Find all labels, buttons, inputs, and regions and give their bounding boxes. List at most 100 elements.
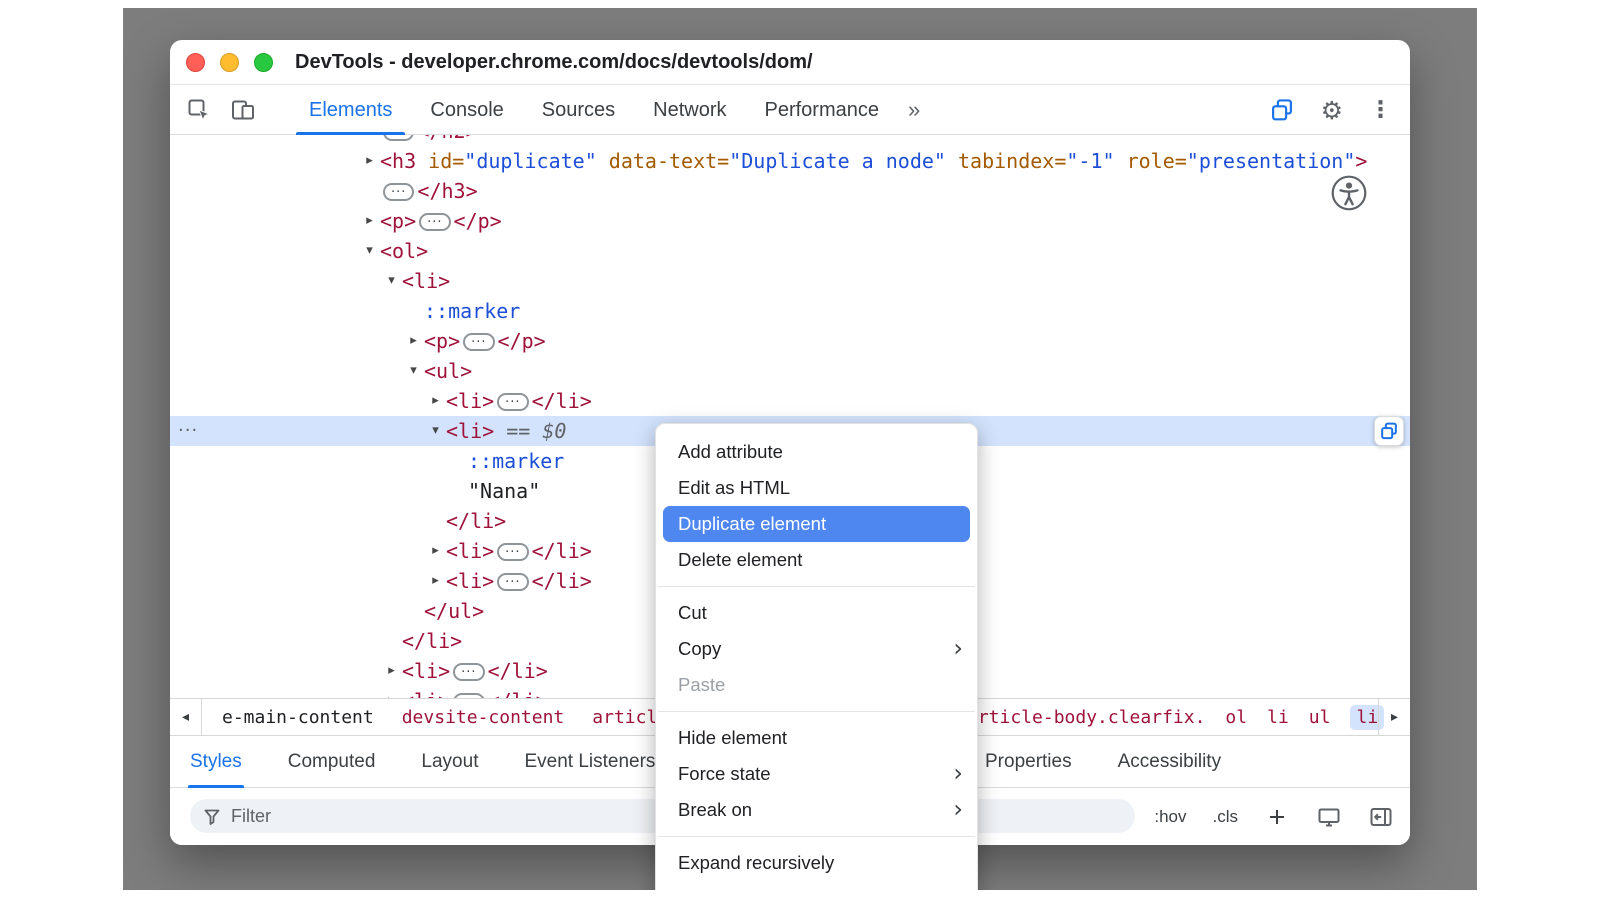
breadcrumb-scroll-left-icon[interactable]: ◂	[170, 699, 202, 735]
menu-item-add-attribute[interactable]: Add attribute	[656, 434, 977, 470]
breadcrumb-item-article-body-clearfix[interactable]: article-body.clearfix.	[967, 707, 1205, 728]
device-toolbar-icon[interactable]	[230, 97, 256, 123]
close-window-button[interactable]	[186, 53, 205, 72]
expand-inline-icon[interactable]: ···	[453, 663, 484, 681]
expand-inline-icon[interactable]: ···	[383, 135, 414, 141]
filter-placeholder: Filter	[231, 806, 271, 827]
dom-row[interactable]: ···</h2>	[170, 135, 1410, 146]
context-menu: Add attributeEdit as HTMLDuplicate eleme…	[655, 423, 978, 890]
tab-layout[interactable]: Layout	[421, 736, 478, 788]
submenu-arrow-icon: ›	[953, 791, 963, 827]
breadcrumb-item-e-main-content[interactable]: e-main-content	[222, 707, 374, 728]
menu-item-collapse-children[interactable]: Collapse children	[656, 881, 977, 890]
expand-inline-icon[interactable]: ···	[419, 213, 450, 231]
minimize-window-button[interactable]	[220, 53, 239, 72]
menu-item-paste[interactable]: Paste	[656, 667, 977, 703]
expand-arrow-icon[interactable]: ▸	[361, 146, 378, 176]
code-token-tag: <li>	[402, 689, 450, 698]
expand-inline-icon[interactable]: ···	[463, 333, 494, 351]
dom-row[interactable]: ▸<li>···</li>	[170, 386, 1410, 416]
tab-properties[interactable]: Properties	[985, 736, 1072, 788]
collapse-arrow-icon[interactable]: ▾	[405, 356, 422, 386]
code-token-attr: id=	[416, 149, 464, 173]
toggle-class-button[interactable]: .cls	[1213, 807, 1239, 827]
menu-item-copy[interactable]: Copy›	[656, 631, 977, 667]
row-more-actions-icon[interactable]: ···	[178, 416, 198, 446]
expand-arrow-icon[interactable]: ▸	[427, 536, 444, 566]
expand-inline-icon[interactable]: ···	[497, 543, 528, 561]
tab-event-listeners[interactable]: Event Listeners	[524, 736, 655, 788]
menu-item-edit-as-html[interactable]: Edit as HTML	[656, 470, 977, 506]
filter-funnel-icon	[203, 807, 221, 825]
tab-performance[interactable]: Performance	[746, 85, 899, 135]
code-token-tag: <p>	[380, 209, 416, 233]
collapse-arrow-icon[interactable]: ▾	[361, 236, 378, 266]
breadcrumb-item-ul[interactable]: ul	[1309, 707, 1331, 728]
code-token-attr: data-text=	[597, 149, 729, 173]
menu-item-break-on[interactable]: Break on›	[656, 792, 977, 828]
breadcrumb-item-li[interactable]: li	[1267, 707, 1289, 728]
code-token-tag: </li>	[488, 659, 548, 683]
tab-styles[interactable]: Styles	[190, 736, 242, 788]
duplicate-element-feature-icon[interactable]	[1269, 97, 1295, 123]
expand-arrow-icon[interactable]: ▸	[383, 656, 400, 686]
breadcrumb-item-ol[interactable]: ol	[1225, 707, 1247, 728]
tab-accessibility[interactable]: Accessibility	[1118, 736, 1221, 788]
dom-row[interactable]: ▸<p>···</p>	[170, 326, 1410, 356]
code-token-tag: </li>	[446, 509, 506, 533]
expand-arrow-icon[interactable]: ▸	[427, 386, 444, 416]
menu-separator	[658, 711, 975, 712]
expand-arrow-icon[interactable]: ▸	[383, 686, 400, 698]
tab-elements[interactable]: Elements	[290, 85, 411, 135]
zoom-window-button[interactable]	[254, 53, 273, 72]
collapse-arrow-icon[interactable]: ▾	[383, 266, 400, 296]
settings-gear-icon[interactable]: ⚙	[1321, 96, 1343, 125]
code-token-tag: </li>	[532, 539, 592, 563]
menu-item-force-state[interactable]: Force state›	[656, 756, 977, 792]
collapse-sidebar-icon[interactable]	[1368, 804, 1394, 830]
menu-item-delete-element[interactable]: Delete element	[656, 542, 977, 578]
rendering-monitor-icon[interactable]	[1316, 804, 1342, 830]
devtools-toolbar: ElementsConsoleSourcesNetworkPerformance…	[170, 85, 1410, 135]
tab-console[interactable]: Console	[411, 85, 522, 135]
styles-tabs-left-group: Styles Computed Layout Event Listeners	[190, 736, 655, 787]
dom-row[interactable]: ▾<li>	[170, 266, 1410, 296]
kebab-menu-icon[interactable]: ⋮	[1369, 97, 1392, 123]
toolbar-left-icons	[186, 97, 256, 123]
more-tabs-icon[interactable]: »	[908, 97, 920, 123]
dom-row[interactable]: ▸<p>···</p>	[170, 206, 1410, 236]
expand-arrow-icon[interactable]: ▸	[427, 566, 444, 596]
tab-computed[interactable]: Computed	[288, 736, 376, 788]
breadcrumb-scroll-right-icon[interactable]: ▸	[1378, 699, 1410, 735]
collapse-arrow-icon[interactable]: ▾	[427, 416, 444, 446]
dom-row[interactable]: ▸<h3 id="duplicate" data-text="Duplicate…	[170, 146, 1410, 176]
dom-row[interactable]: ···</h3>	[170, 176, 1410, 206]
new-style-rule-icon[interactable]	[1264, 804, 1290, 830]
expand-inline-icon[interactable]: ···	[497, 393, 528, 411]
expand-arrow-icon[interactable]: ▸	[405, 326, 422, 356]
accessibility-icon[interactable]	[1330, 174, 1368, 212]
menu-item-expand-recursively[interactable]: Expand recursively	[656, 845, 977, 881]
duplicate-element-badge-icon[interactable]	[1374, 416, 1404, 446]
dom-row[interactable]: ::marker	[170, 296, 1410, 326]
dom-row[interactable]: ▾<ul>	[170, 356, 1410, 386]
inspect-element-icon[interactable]	[186, 97, 212, 123]
code-token-tag: </li>	[488, 689, 548, 698]
toggle-hover-state-button[interactable]: :hov	[1154, 807, 1186, 827]
menu-separator	[658, 836, 975, 837]
tab-network[interactable]: Network	[634, 85, 745, 135]
filter-bar-right-icons: :hov .cls	[1154, 788, 1394, 845]
expand-inline-icon[interactable]: ···	[383, 183, 414, 201]
breadcrumb-item-devsite-content[interactable]: devsite-content	[402, 707, 565, 728]
tab-sources[interactable]: Sources	[523, 85, 634, 135]
menu-item-duplicate-element[interactable]: Duplicate element	[663, 506, 970, 542]
code-token-dollar: $0	[542, 419, 566, 443]
code-token-plain	[494, 419, 506, 443]
expand-inline-icon[interactable]: ···	[497, 573, 528, 591]
dom-row[interactable]: ▾<ol>	[170, 236, 1410, 266]
expand-arrow-icon[interactable]: ▸	[361, 206, 378, 236]
code-token-tag: </h2>	[417, 135, 477, 143]
window-title: DevTools - developer.chrome.com/docs/dev…	[295, 40, 813, 85]
menu-item-hide-element[interactable]: Hide element	[656, 720, 977, 756]
menu-item-cut[interactable]: Cut	[656, 595, 977, 631]
